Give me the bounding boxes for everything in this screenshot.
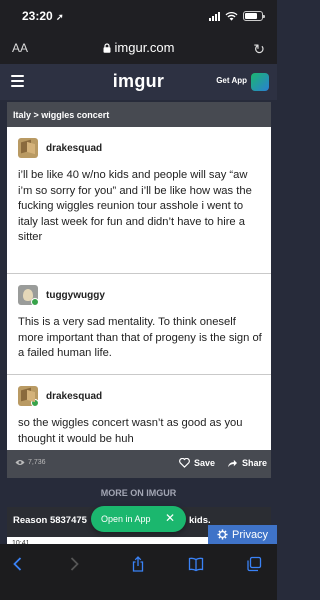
- back-button[interactable]: [8, 554, 28, 574]
- tumblr-entry: drakesquad so the wiggles concert wasn’t…: [7, 374, 271, 450]
- url-text: imgur.com: [114, 40, 175, 55]
- eye-icon: [15, 460, 25, 465]
- safari-toolbar: [0, 544, 277, 600]
- forward-button[interactable]: [64, 554, 84, 574]
- post-title: Italy > wiggles concert: [7, 102, 271, 127]
- user-avatar: [18, 285, 38, 305]
- url-field[interactable]: imgur.com: [0, 40, 277, 55]
- bookmarks-button[interactable]: [186, 554, 206, 574]
- tabs-icon: [247, 556, 262, 572]
- share-icon: [132, 556, 144, 572]
- book-icon: [188, 557, 204, 572]
- save-button[interactable]: Save: [179, 458, 215, 468]
- tumblr-entry: drakesquad i’ll be like 40 w/no kids and…: [7, 127, 271, 273]
- open-in-app-button[interactable]: Open in App ✕: [91, 506, 186, 532]
- share-sheet-button[interactable]: [128, 554, 148, 574]
- get-app-link[interactable]: Get App: [216, 76, 247, 85]
- cellular-signal-icon: [209, 11, 220, 21]
- entry-text: so the wiggles concert wasn’t as good as…: [18, 417, 243, 445]
- entry-username: drakesquad: [46, 142, 103, 154]
- app-icon[interactable]: [251, 73, 269, 91]
- status-icons: [209, 11, 265, 21]
- post-image: drakesquad i’ll be like 40 w/no kids and…: [7, 127, 271, 450]
- user-avatar: [18, 386, 38, 406]
- browser-address-bar[interactable]: AA imgur.com ↻: [0, 32, 277, 64]
- imgur-header: imgur Get App: [0, 64, 277, 100]
- more-on-imgur-heading: MORE ON IMGUR: [100, 488, 177, 498]
- gear-icon: [217, 529, 228, 540]
- privacy-button[interactable]: Privacy: [208, 525, 277, 544]
- user-avatar: [18, 138, 38, 158]
- tumblr-entry: tuggywuggy This is a very sad mentality.…: [7, 273, 271, 374]
- entry-username: drakesquad: [46, 390, 103, 402]
- battery-icon: [243, 11, 265, 21]
- entry-text: This is a very sad mentality. To think o…: [18, 316, 262, 359]
- reblog-badge-icon: [31, 399, 38, 406]
- next-post-title: Reason 5837475 kids.: [13, 515, 211, 526]
- location-arrow-icon: ➚: [56, 12, 64, 22]
- status-time: 23:20 ➚: [22, 9, 64, 23]
- close-icon[interactable]: ✕: [165, 511, 175, 525]
- entry-text: i’ll be like 40 w/no kids and people wil…: [18, 169, 252, 243]
- chevron-right-icon: [70, 557, 79, 571]
- view-count: 7,736: [15, 459, 46, 466]
- chevron-left-icon: [13, 557, 22, 571]
- post-footer: 7,736 Save Share: [7, 450, 271, 478]
- lock-icon: [103, 43, 111, 53]
- entry-username: tuggywuggy: [46, 289, 105, 301]
- share-button[interactable]: Share: [227, 458, 267, 468]
- tabs-button[interactable]: [244, 554, 264, 574]
- wifi-icon: [225, 11, 238, 21]
- reload-icon[interactable]: ↻: [253, 41, 265, 58]
- share-arrow-icon: [228, 459, 237, 467]
- heart-icon: [179, 458, 190, 468]
- reblog-badge-icon: [31, 298, 38, 305]
- status-bar: 23:20 ➚: [0, 0, 277, 32]
